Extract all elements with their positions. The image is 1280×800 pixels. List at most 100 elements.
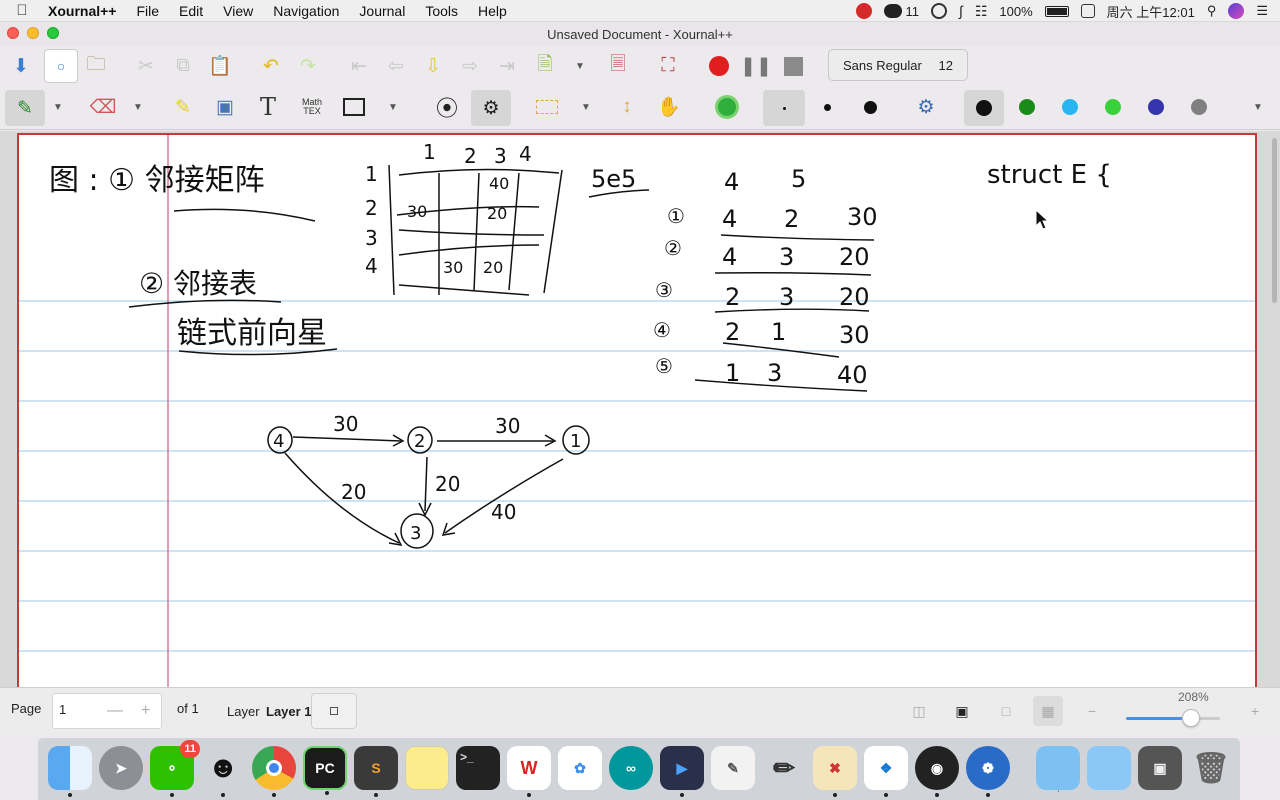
zoom-slider-knob[interactable] — [1182, 709, 1200, 727]
dock-baidu-netdisk-icon[interactable]: ✿ — [558, 746, 602, 790]
close-window-button[interactable] — [7, 27, 19, 39]
zoom-100-icon[interactable]: ▦ — [1033, 696, 1063, 726]
color-green-swatch[interactable] — [1010, 90, 1044, 124]
dock-qq-icon[interactable]: ☻ — [201, 746, 245, 797]
dock-folder-icon[interactable] — [1087, 746, 1131, 790]
goto-last-page-icon[interactable]: ⇥ — [490, 49, 524, 83]
menu-edit[interactable]: Edit — [169, 3, 213, 19]
medium-thickness-icon[interactable] — [810, 90, 844, 124]
fine-thickness-icon[interactable] — [763, 90, 805, 126]
eraser-options-dropdown-icon[interactable]: ▼ — [126, 90, 150, 124]
previous-page-icon[interactable]: ⇦ — [379, 49, 413, 83]
color-blue-swatch[interactable] — [1139, 90, 1173, 124]
undo-icon[interactable]: ↶ — [254, 49, 288, 83]
text-tool-icon[interactable]: T — [251, 90, 285, 124]
dock-notes-icon[interactable] — [405, 746, 449, 790]
zoom-out-icon[interactable]: − — [1077, 696, 1107, 726]
cut-icon[interactable]: ✂ — [129, 49, 163, 83]
menu-app-name[interactable]: Xournal++ — [44, 3, 126, 19]
zoom-fit-icon[interactable]: □ — [991, 696, 1021, 726]
zoom-in-icon[interactable]: + — [1240, 696, 1270, 726]
hand-tool-icon[interactable]: ✋ — [652, 90, 686, 124]
shape-tool-icon[interactable] — [337, 90, 371, 124]
dock-tools-icon[interactable]: ✖ — [813, 746, 857, 797]
menu-navigation[interactable]: Navigation — [263, 3, 349, 19]
notification-center-icon[interactable]: ☰ — [1256, 3, 1268, 19]
dock-obs-icon[interactable]: ◉ — [915, 746, 959, 797]
eraser-tool-icon[interactable]: ⌫ — [86, 90, 120, 124]
vertical-scrollbar[interactable] — [1272, 138, 1277, 303]
page-number-field[interactable]: 1 — + — [52, 693, 162, 729]
wifi-icon[interactable]: ☷ — [975, 3, 988, 20]
color-black-swatch[interactable] — [964, 90, 1004, 126]
dock-video-icon[interactable]: ▶ — [660, 746, 704, 797]
highlighter-tool-icon[interactable]: ✎ — [166, 90, 200, 124]
delete-page-icon[interactable]: 🗏 — [601, 49, 635, 83]
thick-thickness-icon[interactable] — [853, 90, 887, 124]
vertical-space-icon[interactable]: ↕ — [610, 90, 644, 124]
dock-folder-icon[interactable] — [1036, 746, 1080, 790]
insert-page-icon[interactable]: 🗎 — [528, 49, 562, 83]
shield-tray-icon[interactable] — [931, 3, 947, 19]
dock-pycharm-icon[interactable]: PC — [303, 746, 347, 795]
default-tool-icon[interactable] — [710, 90, 744, 124]
pause-audio-icon[interactable]: ❚❚ — [739, 49, 773, 83]
dock-screen-icon[interactable]: ▣ — [1138, 746, 1182, 790]
open-folder-icon[interactable]: 🗀 — [79, 49, 113, 83]
image-tool-icon[interactable]: ▣ — [208, 90, 242, 124]
pen-tool-icon[interactable]: ✎ — [5, 90, 45, 126]
dock-trash-icon[interactable]: 🗑 — [1189, 746, 1233, 790]
stop-audio-icon[interactable] — [776, 49, 810, 83]
page-drawing[interactable]: 图 : ① 邻接矩阵 ② 邻接表 链式前向星 1 2 3 4 1 2 3 4 4… — [19, 135, 1255, 687]
wechat-tray-icon[interactable]: 11 — [883, 4, 919, 19]
new-document-icon[interactable]: ○ — [44, 49, 78, 83]
layer-visibility-button[interactable] — [311, 693, 357, 729]
record-audio-icon[interactable] — [702, 49, 736, 83]
select-rectangle-icon[interactable] — [530, 90, 564, 124]
dock-sticky-icon[interactable]: ❖ — [864, 746, 908, 797]
dock-arduino-icon[interactable]: ∞ — [609, 746, 653, 790]
menubar-clock[interactable]: 周六 上午12:01 — [1107, 2, 1195, 21]
zoom-slider[interactable] — [1126, 717, 1220, 720]
two-pages-view-icon[interactable]: ◫ — [904, 696, 934, 726]
ruler-snap-icon[interactable]: ⚙ — [471, 90, 511, 126]
dock-terminal-icon[interactable]: >_ — [456, 746, 500, 790]
copy-icon[interactable]: ⧉ — [166, 49, 200, 83]
dock-xournal-icon[interactable]: ❁ — [966, 746, 1010, 797]
menu-view[interactable]: View — [213, 3, 263, 19]
redo-icon[interactable]: ↷ — [291, 49, 325, 83]
dock-textedit-icon[interactable]: ✎ — [711, 746, 755, 790]
goto-first-page-icon[interactable]: ⇤ — [342, 49, 376, 83]
font-selector[interactable]: Sans Regular 12 — [828, 49, 968, 81]
presentation-view-icon[interactable]: ▣ — [947, 696, 977, 726]
select-options-dropdown-icon[interactable]: ▼ — [574, 90, 598, 124]
insert-page-dropdown-icon[interactable]: ▼ — [563, 49, 597, 83]
spotlight-search-icon[interactable]: ⚲ — [1207, 3, 1217, 19]
dock-launchpad-icon[interactable]: ➤ — [99, 746, 143, 790]
color-lightgreen-swatch[interactable] — [1096, 90, 1130, 124]
dock-wps-icon[interactable]: W — [507, 746, 551, 797]
shape-recognizer-icon[interactable]: ⦿ — [430, 90, 464, 124]
dock-pencil-icon[interactable]: ✏ — [762, 746, 806, 790]
fill-bucket-icon[interactable]: ⚙ — [909, 90, 943, 124]
toolbar-overflow-dropdown-icon[interactable]: ▼ — [1243, 90, 1273, 124]
dock-sublime-icon[interactable]: S — [354, 746, 398, 797]
color-gray-swatch[interactable] — [1182, 90, 1216, 124]
menu-file[interactable]: File — [126, 3, 169, 19]
shape-options-dropdown-icon[interactable]: ▼ — [381, 90, 405, 124]
dock-wechat-icon[interactable]: ⚬ 11 — [150, 740, 200, 797]
goto-page-icon[interactable]: ⇩ — [416, 49, 450, 83]
record-tray-icon[interactable] — [855, 3, 872, 19]
menu-tools[interactable]: Tools — [415, 3, 468, 19]
dock-chrome-icon[interactable] — [252, 746, 296, 797]
document-page[interactable]: 图 : ① 邻接矩阵 ② 邻接表 链式前向星 1 2 3 4 1 2 3 4 4… — [17, 133, 1257, 687]
next-page-icon[interactable]: ⇨ — [453, 49, 487, 83]
input-method-icon[interactable] — [1080, 4, 1095, 18]
menu-help[interactable]: Help — [468, 3, 517, 19]
fullscreen-icon[interactable]: ⛶ — [651, 49, 685, 83]
apple-menu-icon[interactable]:  — [0, 2, 44, 19]
menu-journal[interactable]: Journal — [349, 3, 415, 19]
save-icon[interactable]: ⬇ — [4, 49, 38, 83]
minimize-window-button[interactable] — [27, 27, 39, 39]
bluetooth-icon[interactable]: ∫ — [959, 3, 963, 19]
